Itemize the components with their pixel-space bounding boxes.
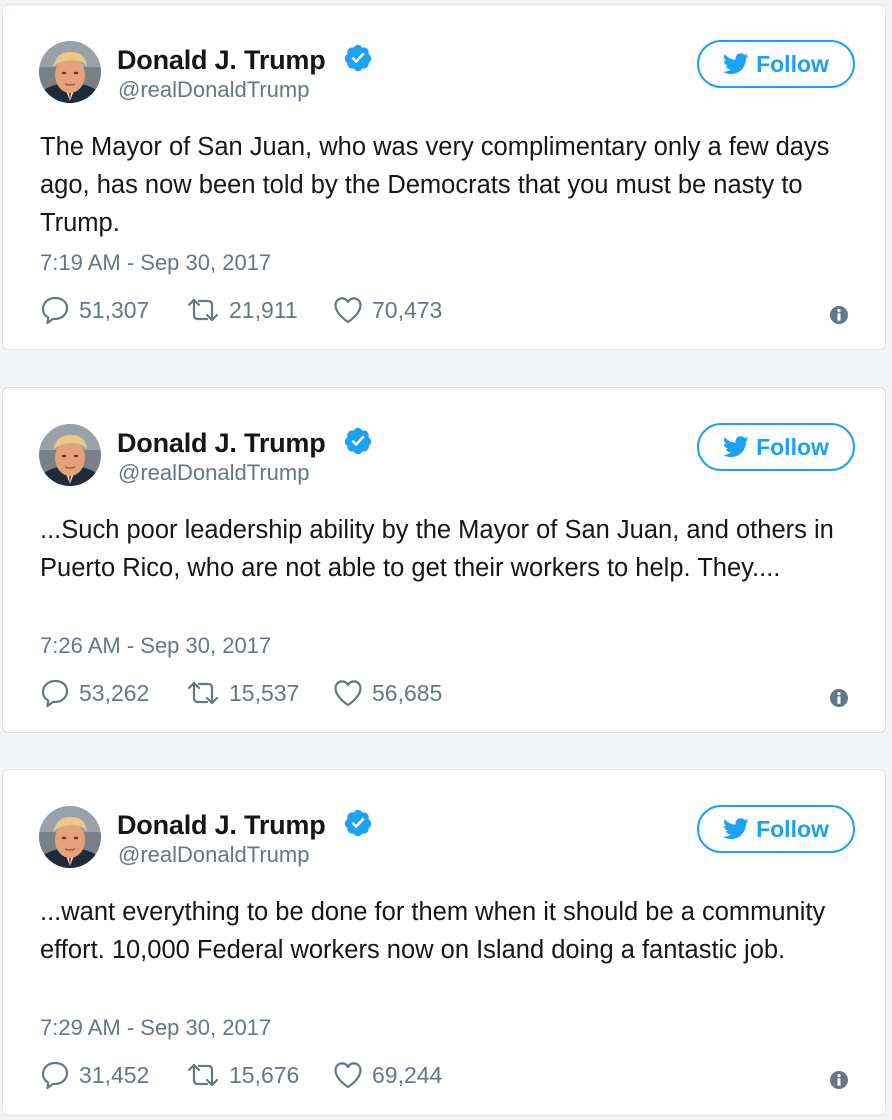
retweet-button[interactable]: 15,537 — [186, 678, 299, 708]
avatar[interactable] — [39, 424, 101, 486]
retweet-count: 21,911 — [229, 296, 298, 323]
heart-icon — [333, 1061, 363, 1089]
follow-button[interactable]: Follow — [697, 40, 855, 88]
author-handle[interactable]: @realDonaldTrump — [118, 460, 309, 486]
verified-badge-icon — [343, 808, 373, 838]
reply-icon — [40, 678, 70, 708]
reply-count: 31,452 — [79, 1061, 150, 1088]
retweet-button[interactable]: 21,911 — [186, 295, 298, 325]
follow-button[interactable]: Follow — [697, 805, 855, 853]
tweet-timestamp[interactable]: 7:29 AM - Sep 30, 2017 — [40, 1015, 271, 1041]
tweet-timestamp[interactable]: 7:26 AM - Sep 30, 2017 — [40, 633, 271, 659]
reply-icon — [40, 1060, 70, 1090]
follow-label: Follow — [756, 50, 829, 77]
follow-button[interactable]: Follow — [697, 423, 855, 471]
follow-label: Follow — [756, 815, 829, 842]
verified-badge-icon — [343, 43, 373, 73]
tweet-text: ...Such poor leadership ability by the M… — [40, 516, 834, 582]
follow-label: Follow — [756, 433, 829, 460]
twitter-bird-icon — [723, 818, 749, 840]
tweet-timestamp[interactable]: 7:19 AM - Sep 30, 2017 — [40, 250, 271, 276]
reply-count: 53,262 — [79, 679, 150, 706]
tweet-card[interactable]: Donald J. Trump @realDonaldTrump Follow … — [2, 769, 886, 1116]
like-count: 69,244 — [372, 1061, 443, 1088]
like-button[interactable]: 69,244 — [333, 1060, 442, 1090]
retweet-icon — [186, 679, 220, 707]
like-count: 70,473 — [372, 296, 443, 323]
avatar[interactable] — [39, 806, 101, 868]
twitter-bird-icon — [723, 436, 749, 458]
author-name[interactable]: Donald J. Trump — [117, 428, 326, 459]
verified-badge-icon — [343, 426, 373, 456]
author-handle[interactable]: @realDonaldTrump — [118, 77, 309, 103]
reply-button[interactable]: 31,452 — [40, 1060, 149, 1090]
tweet-text: The Mayor of San Juan, who was very comp… — [40, 133, 830, 237]
like-button[interactable]: 70,473 — [333, 295, 442, 325]
retweet-icon — [186, 296, 220, 324]
info-icon[interactable] — [829, 305, 849, 325]
info-icon[interactable] — [829, 688, 849, 708]
author-name[interactable]: Donald J. Trump — [117, 45, 326, 76]
reply-button[interactable]: 53,262 — [40, 678, 149, 708]
avatar[interactable] — [39, 41, 101, 103]
like-button[interactable]: 56,685 — [333, 678, 442, 708]
retweet-count: 15,537 — [229, 679, 300, 706]
reply-icon — [40, 295, 70, 325]
tweet-text: ...want everything to be done for them w… — [40, 898, 826, 964]
retweet-button[interactable]: 15,676 — [186, 1060, 299, 1090]
heart-icon — [333, 296, 363, 324]
twitter-bird-icon — [723, 53, 749, 75]
like-count: 56,685 — [372, 679, 443, 706]
retweet-count: 15,676 — [229, 1061, 300, 1088]
author-name[interactable]: Donald J. Trump — [117, 810, 326, 841]
info-icon[interactable] — [829, 1070, 849, 1090]
retweet-icon — [186, 1061, 220, 1089]
tweet-card[interactable]: Donald J. Trump @realDonaldTrump Follow … — [2, 387, 886, 733]
reply-count: 51,307 — [79, 296, 150, 323]
heart-icon — [333, 679, 363, 707]
author-handle[interactable]: @realDonaldTrump — [118, 842, 309, 868]
reply-button[interactable]: 51,307 — [40, 295, 149, 325]
tweet-card[interactable]: Donald J. Trump @realDonaldTrump Follow … — [2, 4, 886, 350]
